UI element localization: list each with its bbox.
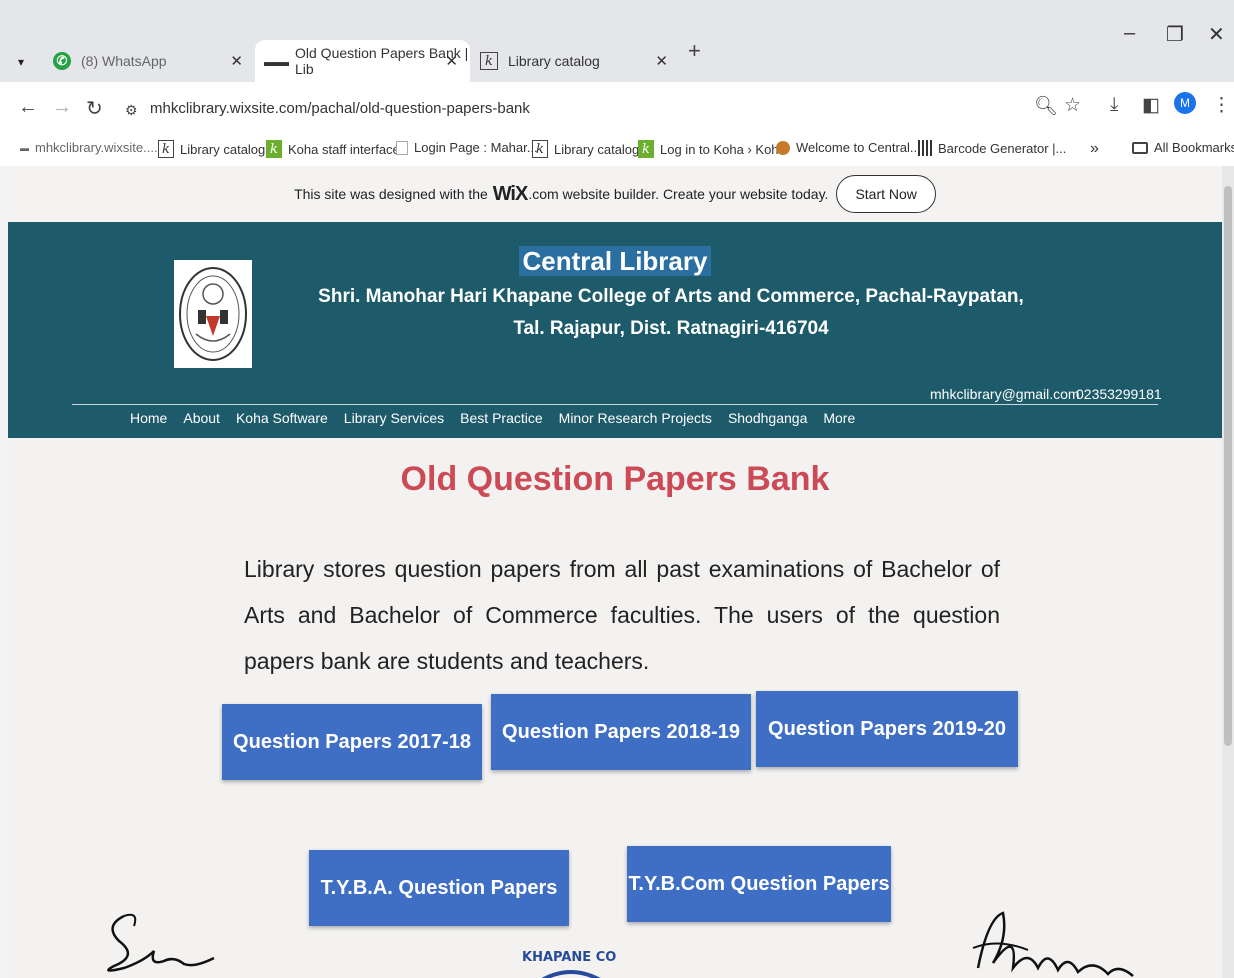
tab-label: Library catalog	[508, 53, 600, 69]
bookmark-label: Library catalog	[180, 141, 266, 157]
koha-icon: k	[532, 140, 548, 158]
bookmark-item[interactable]: k Library catalog	[532, 140, 639, 158]
library-title-text: Central Library	[518, 246, 712, 276]
nav-best-practice[interactable]: Best Practice	[460, 410, 542, 426]
nav-home[interactable]: Home	[130, 410, 167, 426]
nav-minor-research-projects[interactable]: Minor Research Projects	[559, 410, 712, 426]
address-bar[interactable]: mhkclibrary.wixsite.com/pachal/old-quest…	[150, 100, 530, 117]
whatsapp-icon: ✆	[53, 52, 71, 70]
tyba-question-papers-button[interactable]: T.Y.B.A. Question Papers	[309, 850, 569, 926]
intro-paragraph: Library stores question papers from all …	[244, 556, 1000, 674]
barcode-icon	[918, 140, 932, 156]
contact-email[interactable]: mhkclibrary@gmail.com	[930, 386, 1080, 402]
globe-icon	[776, 140, 790, 155]
close-icon[interactable]: ✕	[445, 52, 458, 70]
nav-about[interactable]: About	[183, 410, 220, 426]
signature-right	[972, 911, 1134, 977]
library-title: Central Library	[8, 246, 1222, 277]
bookmark-label: Koha staff interface	[288, 141, 400, 157]
nav-shodhganga[interactable]: Shodhganga	[728, 410, 807, 426]
question-papers-2019-20-button[interactable]: Question Papers 2019-20	[756, 691, 1018, 767]
tab-label: Old Question Papers Bank | Lib	[295, 45, 469, 77]
nav-more[interactable]: More	[823, 410, 855, 426]
college-address: Tal. Rajapur, Dist. Ratnagiri-416704	[513, 318, 829, 339]
side-panel-icon[interactable]: ◧	[1142, 94, 1160, 117]
bookmark-item[interactable]: Barcode Generator |...	[918, 140, 1066, 156]
question-papers-2017-18-button[interactable]: Question Papers 2017-18	[222, 704, 482, 780]
close-icon[interactable]: ✕	[655, 52, 668, 70]
all-bookmarks-button[interactable]: All Bookmarks	[1132, 140, 1234, 155]
folder-icon	[1132, 141, 1148, 154]
forward-arrow-icon[interactable]: →	[52, 96, 72, 119]
browser-tab-bar: ▾ ✆ (8) WhatsApp ✕ ▬▬ Old Question Paper…	[0, 0, 1234, 82]
seal-text: KHAPANE CO	[522, 950, 617, 965]
college-name: Shri. Manohar Hari Khapane College of Ar…	[318, 286, 1024, 307]
window-close-icon[interactable]: ✕	[1208, 22, 1225, 47]
restore-icon[interactable]: ❐	[1166, 22, 1184, 47]
contact-phone: 02353299181	[1076, 386, 1162, 402]
koha-icon: k	[480, 52, 498, 70]
bookmark-star-icon[interactable]: ☆	[1064, 94, 1081, 117]
bookmark-label: mhkclibrary.wixsite....	[35, 140, 158, 155]
question-papers-2018-19-button[interactable]: Question Papers 2018-19	[491, 694, 751, 770]
tab-library-catalog[interactable]: k Library catalog ✕	[470, 40, 680, 82]
bookmark-item[interactable]: Login Page : Mahar...	[396, 140, 538, 155]
bookmark-label: Welcome to Central...	[796, 140, 921, 155]
tab-search-chevron-icon[interactable]: ▾	[18, 55, 24, 69]
signature-left	[107, 913, 215, 972]
bookmark-label: Library catalog	[554, 141, 640, 157]
new-tab-plus-icon[interactable]: +	[688, 38, 701, 64]
college-emblem-icon	[179, 267, 247, 361]
site-header: Central Library Shri. Manohar Hari Khapa…	[8, 222, 1222, 438]
bookmark-label: All Bookmarks	[1154, 140, 1234, 155]
tab-whatsapp[interactable]: ✆ (8) WhatsApp ✕	[45, 40, 255, 82]
wix-ad-banner: This site was designed with the WiX .com…	[8, 166, 1222, 222]
nav-library-services[interactable]: Library Services	[344, 410, 444, 426]
bookmarks-bar: ▬ mhkclibrary.wixsite.... k Library cata…	[0, 130, 1234, 166]
koha-icon: k	[266, 140, 282, 158]
bookmark-item[interactable]: Welcome to Central...	[776, 140, 921, 155]
bookmark-item[interactable]: k Library catalog	[158, 140, 265, 158]
page-title: Old Question Papers Bank	[400, 460, 830, 498]
zoom-icon[interactable]: 🔍︎	[1034, 94, 1058, 118]
wix-icon: ▬▬	[264, 53, 289, 69]
scrollbar-thumb[interactable]	[1224, 186, 1232, 746]
banner-text: This site was designed with the	[294, 186, 488, 202]
page-icon	[396, 140, 408, 155]
tab-label: (8) WhatsApp	[81, 53, 167, 69]
tybcom-question-papers-button[interactable]: T.Y.B.Com Question Papers	[627, 846, 891, 922]
nav-koha-software[interactable]: Koha Software	[236, 410, 328, 426]
wix-logo: WiX	[492, 182, 529, 205]
site-nav: Home About Koha Software Library Service…	[130, 410, 855, 426]
banner-text: .com website builder. Create your websit…	[528, 186, 829, 202]
chevron-double-right-icon: »	[1090, 140, 1099, 157]
bookmark-item[interactable]: k Koha staff interface	[266, 140, 400, 158]
back-arrow-icon[interactable]: ←	[18, 96, 38, 119]
header-divider	[72, 404, 1158, 405]
bookmark-label: Barcode Generator |...	[938, 140, 1067, 156]
start-now-button[interactable]: Start Now	[836, 175, 936, 213]
page-viewport: This site was designed with the WiX .com…	[8, 166, 1222, 978]
site-info-icon[interactable]: ⚙	[125, 102, 138, 119]
minimize-icon[interactable]: –	[1124, 22, 1135, 45]
wix-icon: ▬	[20, 142, 29, 153]
bookmark-label: Log in to Koha › Koha	[660, 141, 786, 157]
reload-icon[interactable]: ↻	[86, 96, 103, 121]
bookmark-item[interactable]: k Log in to Koha › Koha	[638, 140, 786, 158]
koha-icon: k	[638, 140, 654, 158]
bookmarks-overflow-button[interactable]: »	[1090, 140, 1099, 158]
koha-icon: k	[158, 140, 174, 158]
close-icon[interactable]: ✕	[230, 52, 243, 70]
browser-toolbar: ← → ↻ ⚙ mhkclibrary.wixsite.com/pachal/o…	[0, 82, 1234, 130]
menu-kebab-icon[interactable]: ⋮	[1212, 94, 1231, 117]
profile-avatar[interactable]: M	[1174, 92, 1196, 114]
tab-old-question-papers[interactable]: ▬▬ Old Question Papers Bank | Lib ✕	[255, 40, 470, 82]
bookmark-item[interactable]: ▬ mhkclibrary.wixsite....	[20, 140, 158, 155]
download-icon[interactable]: ⤓	[1110, 94, 1118, 116]
bookmark-label: Login Page : Mahar...	[414, 140, 538, 155]
